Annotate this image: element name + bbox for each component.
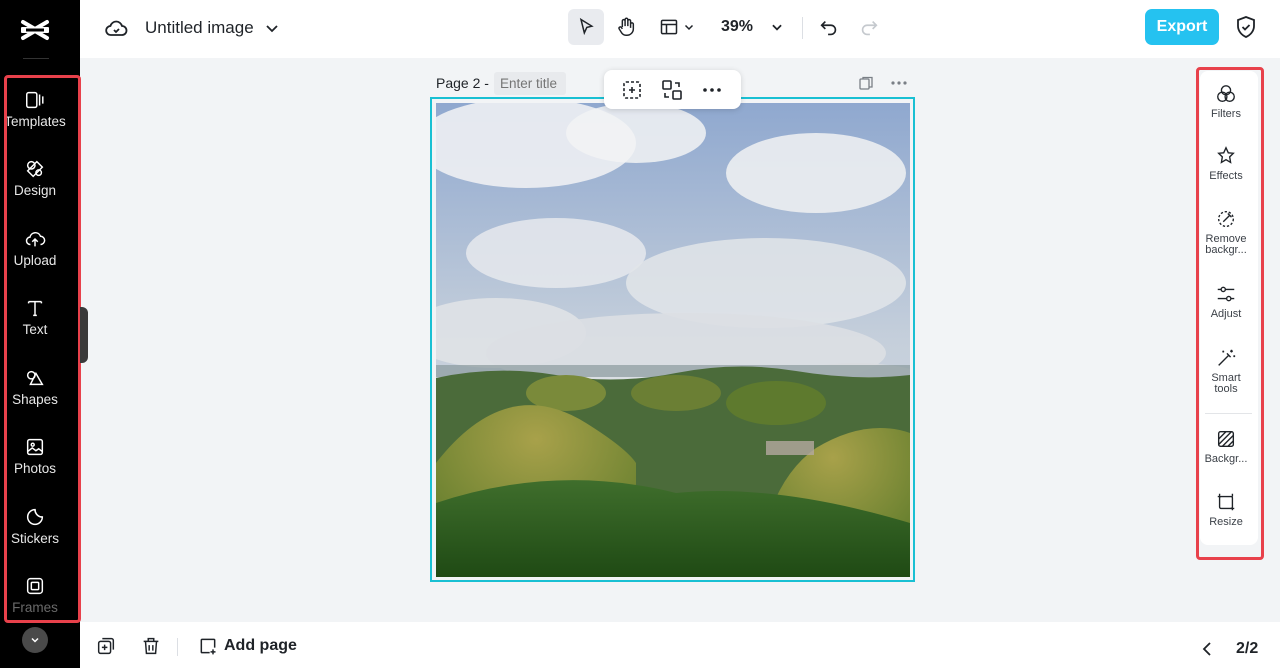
add-page-icon	[200, 638, 216, 655]
frames-icon	[26, 577, 44, 595]
sidebar-item-design[interactable]: Design	[0, 158, 70, 220]
tool-label: Smart tools	[1211, 372, 1241, 395]
tool-background[interactable]: Backgr...	[1200, 428, 1252, 465]
zoom-level[interactable]: 39%	[721, 18, 753, 36]
right-panel-divider	[1205, 413, 1252, 414]
upload-cloud-icon	[25, 231, 46, 247]
sidebar-item-upload[interactable]: Upload	[0, 228, 70, 290]
shapes-icon	[26, 370, 44, 386]
more-options-icon[interactable]	[890, 74, 908, 92]
tool-effects[interactable]: Effects	[1200, 145, 1252, 182]
sidebar-item-label: Stickers	[10, 531, 59, 546]
pointer-icon	[579, 17, 594, 36]
tool-label: Resize	[1209, 516, 1243, 528]
sidebar-collapse-handle[interactable]	[80, 307, 88, 363]
background-icon	[1217, 430, 1235, 448]
tool-resize[interactable]: Resize	[1200, 491, 1252, 528]
replace-image-icon[interactable]	[660, 78, 684, 102]
sidebar-expand-button[interactable]	[22, 627, 48, 653]
filters-icon	[1217, 85, 1235, 103]
design-icon	[26, 160, 44, 178]
tool-adjust[interactable]: Adjust	[1200, 283, 1252, 320]
crop-select-icon[interactable]	[620, 78, 644, 102]
page-title-input[interactable]	[494, 72, 566, 95]
duplicate-page-icon[interactable]	[95, 635, 117, 657]
canvas-photo[interactable]	[436, 103, 910, 577]
remove-background-icon	[1217, 210, 1235, 228]
tool-filters[interactable]: Filters	[1200, 83, 1252, 120]
more-options-icon[interactable]	[700, 78, 724, 102]
sidebar-item-shapes[interactable]: Shapes	[0, 367, 70, 429]
sidebar-item-label: Templates	[4, 114, 66, 129]
magic-wand-icon	[1218, 349, 1236, 366]
sidebar-item-label: Photos	[13, 461, 57, 476]
chevron-down-icon[interactable]	[264, 18, 280, 38]
templates-icon	[26, 91, 44, 109]
tool-label: Backgr...	[1204, 453, 1248, 465]
tool-label: Remove backgr...	[1205, 233, 1247, 256]
sidebar-item-label: Text	[22, 322, 48, 337]
page-counter: 2/2	[1236, 640, 1259, 657]
tool-remove-background[interactable]: Remove backgr...	[1200, 208, 1252, 256]
resize-icon	[1217, 493, 1235, 511]
landscape-photo	[436, 103, 910, 577]
document-title[interactable]: Untitled image	[145, 18, 254, 38]
sidebar-item-label: Upload	[13, 253, 57, 268]
chevron-left-icon[interactable]	[1198, 639, 1218, 659]
effects-star-icon	[1217, 146, 1235, 164]
chevron-down-icon	[684, 24, 694, 31]
sidebar-item-label: Frames	[12, 600, 58, 615]
chevron-down-icon[interactable]	[770, 20, 784, 34]
page-label: Page 2 -	[436, 75, 489, 91]
add-page-label: Add page	[224, 637, 297, 654]
undo-icon[interactable]	[818, 17, 840, 39]
sidebar-item-label: Shapes	[12, 392, 58, 407]
stickers-icon	[26, 508, 44, 526]
redo-icon[interactable]	[858, 17, 880, 39]
shield-icon[interactable]	[1235, 15, 1257, 39]
photos-icon	[26, 438, 44, 456]
bottom-bar: Add page 2/2	[80, 622, 1280, 668]
text-icon	[27, 300, 43, 317]
layout-menu-button[interactable]	[652, 9, 702, 45]
logo-divider	[23, 58, 49, 59]
toolbar-divider	[802, 17, 803, 39]
tool-smart-tools[interactable]: Smart tools	[1200, 347, 1252, 395]
trash-icon[interactable]	[140, 635, 162, 657]
duplicate-page-icon[interactable]	[858, 75, 874, 91]
hand-icon	[618, 17, 635, 36]
cloud-save-icon[interactable]	[104, 16, 128, 40]
tool-label: Adjust	[1210, 308, 1242, 320]
tool-label: Effects	[1209, 170, 1243, 182]
sidebar-item-photos[interactable]: Photos	[0, 436, 70, 498]
hand-tool-button[interactable]	[608, 9, 644, 45]
select-tool-button[interactable]	[568, 9, 604, 45]
floating-toolbar	[604, 70, 741, 109]
capcut-logo-icon[interactable]	[17, 12, 53, 48]
adjust-sliders-icon	[1217, 286, 1235, 302]
sidebar-item-templates[interactable]: Templates	[0, 89, 70, 151]
tool-label: Filters	[1211, 108, 1241, 120]
right-tools-panel: Filters Effects Remove backgr... Adjust …	[1200, 71, 1258, 545]
export-button[interactable]: Export	[1145, 9, 1219, 45]
sidebar-item-text[interactable]: Text	[0, 297, 70, 359]
add-page-button[interactable]: Add page	[198, 634, 297, 658]
sidebar-item-label: Design	[13, 183, 57, 198]
left-sidebar: Templates Design Upload Text Shapes Phot…	[0, 0, 81, 668]
sidebar-item-stickers[interactable]: Stickers	[0, 506, 70, 568]
layout-icon	[660, 19, 678, 35]
chevron-down-icon	[31, 637, 39, 643]
bottom-divider	[177, 638, 178, 656]
top-bar: Untitled image 39% Export	[80, 0, 1280, 58]
